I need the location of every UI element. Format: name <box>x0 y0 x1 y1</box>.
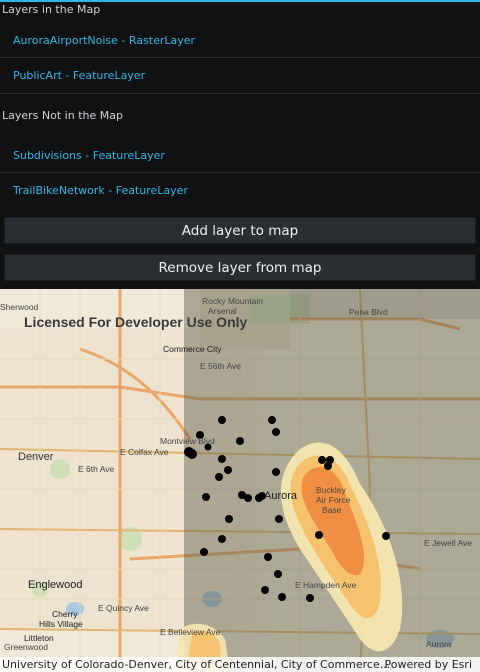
map-label: Greenwood <box>4 642 48 652</box>
map-label: E 6th Ave <box>78 464 115 474</box>
layer-item-label: AuroraAirportNoise - RasterLayer <box>13 33 196 47</box>
map-label: E Colfax Ave <box>120 447 169 457</box>
map-label: Sherwood <box>0 302 39 312</box>
map-label: Englewood <box>28 579 83 591</box>
layer-item-subdivisions[interactable]: Subdivisions - FeatureLayer <box>0 138 480 172</box>
divider <box>0 93 480 94</box>
map-label: Rocky Mountain <box>202 296 263 306</box>
layer-item-aurora-airport-noise[interactable]: AuroraAirportNoise - RasterLayer <box>0 23 480 57</box>
map-label: Aurora <box>264 490 298 502</box>
top-accent-line <box>0 0 480 2</box>
map-label: E 56th Ave <box>200 361 241 371</box>
powered-by-esri[interactable]: Powered by Esri <box>384 658 472 671</box>
map-label: Cherry <box>52 609 78 619</box>
remove-layer-button[interactable]: Remove layer from map <box>4 254 476 281</box>
map-label: Denver <box>18 451 54 463</box>
layer-item-label: TrailBikeNetwork - FeatureLayer <box>13 183 188 197</box>
attribution-text: University of Colorado-Denver, City of C… <box>2 658 391 671</box>
map-label: Pena Blvd <box>349 307 388 317</box>
map-label: Arsenal <box>208 306 237 316</box>
map-label: E Belleview Ave <box>160 627 221 637</box>
layer-item-public-art[interactable]: PublicArt - FeatureLayer <box>0 58 480 92</box>
map-label: Hills Village <box>39 619 83 629</box>
layer-item-trail-bike-network[interactable]: TrailBikeNetwork - FeatureLayer <box>0 173 480 207</box>
map-view[interactable]: Licensed For Developer Use Only Sherwood… <box>0 289 480 672</box>
layers-not-in-map-header: Layers Not in the Map <box>2 109 123 122</box>
developer-watermark: Licensed For Developer Use Only <box>24 314 248 330</box>
map-label: Aurora <box>426 639 452 649</box>
map-label: Buckley <box>316 485 346 495</box>
layer-item-label: Subdivisions - FeatureLayer <box>13 148 165 162</box>
map-label: E Jewell Ave <box>424 538 473 548</box>
map-label: E Quincy Ave <box>98 603 149 613</box>
map-label: Base <box>322 505 342 515</box>
map-attribution: University of Colorado-Denver, City of C… <box>0 657 480 672</box>
map-label: Montview Blvd <box>160 436 215 446</box>
map-label: Air Force <box>316 495 351 505</box>
map-label: E Hampden Ave <box>295 580 357 590</box>
map-label: Commerce City <box>163 344 222 354</box>
layers-in-map-header: Layers in the Map <box>2 3 101 16</box>
layer-item-label: PublicArt - FeatureLayer <box>13 68 146 82</box>
add-layer-button[interactable]: Add layer to map <box>4 217 476 244</box>
